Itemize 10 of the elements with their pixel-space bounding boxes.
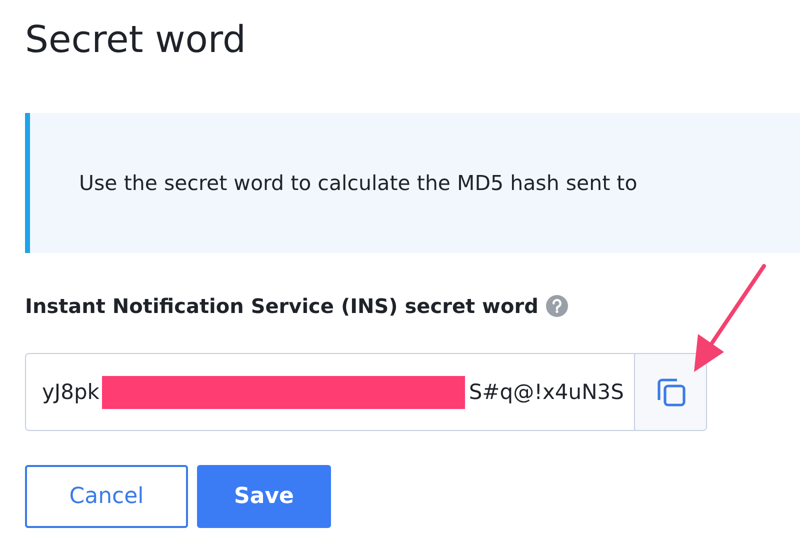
save-button[interactable]: Save — [197, 465, 331, 528]
info-text: Use the secret word to calculate the MD5 hash sent to — [79, 171, 638, 195]
field-label: Instant Notification Service (INS) secret word — [25, 294, 538, 318]
help-icon[interactable] — [546, 295, 568, 317]
page-title: Secret word — [25, 17, 246, 63]
field-value: S#q@!x4uN3S — [468, 380, 624, 404]
cancel-button[interactable]: Cancel — [25, 465, 188, 528]
copy-button[interactable] — [634, 354, 706, 430]
secret-field[interactable]: yJ8pk S#q@!x4uN3S — [25, 353, 707, 431]
field-value: yJ8pk — [42, 380, 100, 404]
